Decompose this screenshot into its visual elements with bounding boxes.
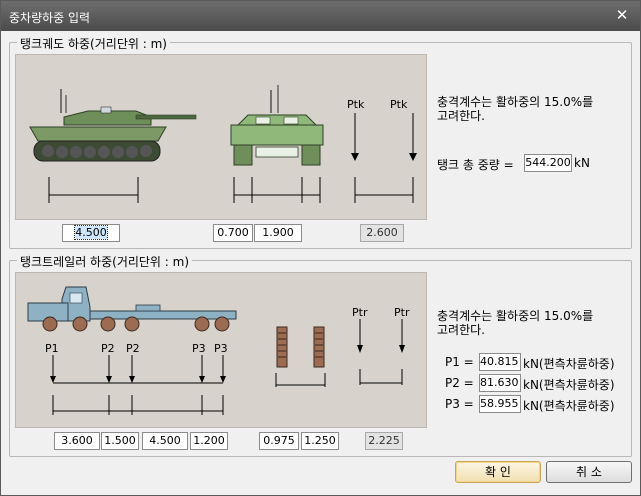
tank-load-label-left: Ptk [347,98,365,111]
trailer-p3-label: P3 = [445,397,474,411]
tank-load-spacing-value: 2.600 [360,224,404,242]
tank-load-label-right: Ptk [390,98,408,111]
dialog-window: 중차량하중 입력 ✕ 탱크궤도 하중(거리단위 : m) Ptk Ptk 4.5… [0,0,641,496]
tank-weight-input[interactable]: 544.200 [524,154,572,172]
cancel-button[interactable]: 취 소 [546,461,632,483]
trailer-truck-icon [27,286,237,332]
trailer-p3-unit: kN(편측차륜하중) [523,399,615,413]
tank-side-icon [29,89,197,162]
trailer-spacing-2-input[interactable]: 1.500 [101,432,139,450]
title-bar[interactable]: 중차량하중 입력 ✕ [1,1,640,31]
trailer-p1-input[interactable]: 40.815 [479,353,521,371]
trailer-p2-input[interactable]: 81.630 [479,374,521,392]
window-title: 중차량하중 입력 [9,11,91,25]
trailer-axle-label-2: P2 [101,342,115,355]
trailer-p1-unit: kN(편측차륜하중) [523,357,615,371]
tank-track-gap-input[interactable]: 1.900 [254,224,302,242]
tank-diagram [29,85,417,203]
trailer-group-title: 탱크트레일러 하중(거리단위 : m) [17,253,193,270]
trailer-p3-input[interactable]: 58.955 [479,395,521,413]
close-icon[interactable]: ✕ [614,7,630,23]
trailer-wheel-gap-input[interactable]: 1.250 [301,432,339,450]
trailer-load-label-left: Ptr [352,306,368,319]
tank-weight-unit: kN [574,156,590,170]
trailer-spacing-3-input[interactable]: 4.500 [142,432,188,450]
tank-weight-label: 탱크 총 중량 = [437,158,514,172]
ok-button[interactable]: 확 인 [455,461,541,483]
trailer-axle-label-5: P3 [214,342,228,355]
trailer-diagram-panel: P1 P2 P2 P3 P3 Ptr Ptr [15,272,427,428]
tank-diagram-panel: Ptk Ptk [15,54,427,220]
trailer-p1-label: P1 = [445,355,474,369]
trailer-spacing-1-input[interactable]: 3.600 [54,432,100,450]
trailer-axle-label-4: P3 [192,342,206,355]
trailer-axle-label-1: P1 [45,342,59,355]
trailer-impact-note-line2: 고려한다. [437,323,485,337]
tank-front-icon [230,85,324,166]
trailer-wheel-width-input[interactable]: 0.975 [259,432,299,450]
trailer-axle-label-3: P2 [126,342,140,355]
tank-group-title: 탱크궤도 하중(거리단위 : m) [17,35,170,52]
trailer-load-label-right: Ptr [394,306,410,319]
tank-track-width-input[interactable]: 0.700 [213,224,253,242]
trailer-load-spacing-value: 2.225 [365,432,403,450]
trailer-wheel-front-icon [276,326,325,368]
trailer-p2-unit: kN(편측차륜하중) [523,378,615,392]
trailer-p2-label: P2 = [445,376,474,390]
tank-length-input[interactable]: 4.500 [62,224,120,242]
tank-impact-note-line2: 고려한다. [437,109,485,123]
trailer-spacing-4-input[interactable]: 1.200 [190,432,228,450]
